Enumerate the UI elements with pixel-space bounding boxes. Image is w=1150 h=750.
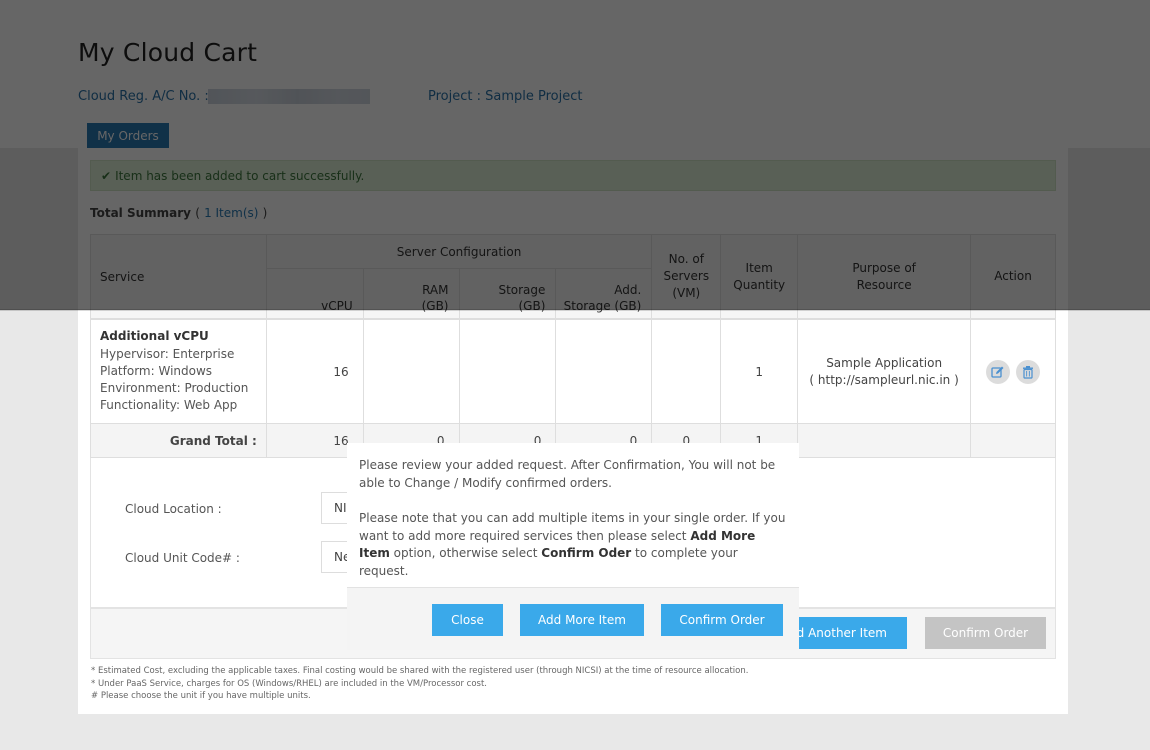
backdrop-edge — [0, 309, 1150, 311]
cell-storage — [458, 319, 557, 424]
cell-purpose: Sample Application ( http://sampleurl.ni… — [797, 319, 972, 424]
table-row: Additional vCPU Hypervisor: Enterprise P… — [90, 319, 1056, 424]
service-detail: Functionality: Web App — [100, 398, 238, 412]
close-button[interactable]: Close — [432, 604, 503, 636]
modal-backdrop[interactable] — [0, 0, 1150, 310]
cell-vcpu: 16 — [265, 319, 364, 424]
cell-quantity: 1 — [720, 319, 799, 424]
grand-total-label: Grand Total : — [90, 423, 267, 458]
add-more-item-button[interactable]: Add More Item — [520, 604, 644, 636]
footnotes: * Estimated Cost, excluding the applicab… — [91, 665, 748, 703]
service-detail: Environment: Production — [100, 381, 249, 395]
service-name: Additional vCPU — [100, 329, 209, 343]
confirm-order-button[interactable]: Confirm Order — [661, 604, 783, 636]
confirm-order-button-disabled[interactable]: Confirm Order — [925, 617, 1046, 649]
dialog-body: Please review your added request. After … — [359, 457, 789, 580]
cell-ram — [362, 319, 460, 424]
dialog-footer: Close Add More Item Confirm Order — [347, 587, 799, 650]
dialog-message-2: Please note that you can add multiple it… — [359, 511, 786, 578]
cloud-location-label: Cloud Location : — [125, 502, 222, 516]
cell-action — [970, 319, 1056, 424]
delete-icon[interactable] — [1015, 359, 1040, 384]
footnote: * Under PaaS Service, charges for OS (Wi… — [91, 678, 487, 689]
confirm-dialog: Please review your added request. After … — [347, 443, 799, 650]
cell-servers — [651, 319, 722, 424]
dialog-message-1: Please review your added request. After … — [359, 458, 776, 490]
service-cell: Additional vCPU Hypervisor: Enterprise P… — [90, 319, 267, 424]
cloud-unit-label: Cloud Unit Code# : — [125, 551, 240, 565]
footnote: # Please choose the unit if you have mul… — [91, 691, 311, 701]
cell-add-storage — [555, 319, 653, 424]
footnote: * Estimated Cost, excluding the applicab… — [91, 666, 749, 676]
edit-icon[interactable] — [986, 359, 1011, 384]
service-detail: Platform: Windows — [100, 364, 213, 378]
service-detail: Hypervisor: Enterprise — [100, 347, 235, 361]
